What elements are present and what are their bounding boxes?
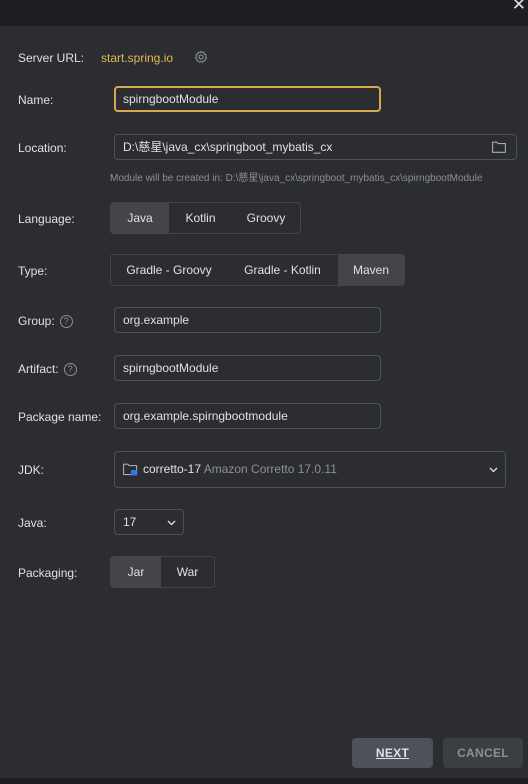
help-icon[interactable]: ?: [59, 315, 73, 328]
folder-icon[interactable]: [492, 141, 506, 153]
name-label: Name:: [18, 93, 54, 107]
next-button[interactable]: NEXT: [352, 738, 433, 768]
location-label: Location:: [18, 141, 67, 155]
name-input[interactable]: spirngbootModule: [114, 86, 381, 112]
language-segmented-control: Java Kotlin Groovy: [110, 202, 301, 234]
language-option-groovy[interactable]: Groovy: [232, 203, 300, 233]
next-button-label: NEXT: [375, 746, 410, 760]
dialog-title-bar: ✕: [0, 0, 528, 26]
group-label-text: Group:: [18, 314, 55, 328]
packaging-segmented-control: Jar War: [110, 556, 215, 588]
group-input[interactable]: org.example: [114, 307, 381, 333]
type-segmented-control: Gradle - Groovy Gradle - Kotlin Maven: [110, 254, 405, 286]
artifact-label: Artifact:?: [18, 362, 77, 376]
package-name-label: Package name:: [18, 410, 102, 424]
packaging-label: Packaging:: [18, 566, 78, 580]
server-url-link[interactable]: start.spring.io: [101, 51, 173, 65]
packaging-option-jar[interactable]: Jar: [111, 557, 161, 587]
java-version-select[interactable]: 17: [114, 509, 184, 535]
close-icon[interactable]: ✕: [512, 0, 526, 13]
type-option-gradle-groovy[interactable]: Gradle - Groovy: [111, 255, 227, 285]
location-hint: Module will be created in: D:\慈星\java_cx…: [110, 173, 483, 184]
bottom-edge: [0, 778, 528, 784]
chevron-down-icon: [167, 520, 176, 526]
package-name-input[interactable]: org.example.spirngbootmodule: [114, 403, 381, 429]
java-version-value: 17: [123, 515, 137, 529]
artifact-input[interactable]: spirngbootModule: [114, 355, 381, 381]
java-label: Java:: [18, 516, 47, 530]
location-input[interactable]: D:\慈星\java_cx\springboot_mybatis_cx: [114, 134, 517, 160]
type-option-maven[interactable]: Maven: [338, 255, 404, 285]
jdk-folder-icon: [123, 463, 138, 476]
gear-icon[interactable]: [194, 50, 208, 64]
cancel-button[interactable]: CANCEL: [443, 738, 523, 768]
artifact-label-text: Artifact:: [18, 362, 59, 376]
packaging-option-war[interactable]: War: [161, 557, 214, 587]
language-option-java[interactable]: Java: [111, 203, 169, 233]
type-label: Type:: [18, 264, 48, 278]
language-label: Language:: [18, 212, 75, 226]
language-option-kotlin[interactable]: Kotlin: [169, 203, 232, 233]
type-option-gradle-kotlin[interactable]: Gradle - Kotlin: [227, 255, 338, 285]
jdk-detail: Amazon Corretto 17.0.11: [203, 462, 337, 476]
group-label: Group:?: [18, 314, 73, 328]
jdk-select[interactable]: corretto-17 Amazon Corretto 17.0.11: [114, 451, 506, 488]
jdk-label: JDK:: [18, 463, 45, 477]
server-url-label: Server URL:: [18, 51, 85, 65]
location-value: D:\慈星\java_cx\springboot_mybatis_cx: [123, 140, 333, 154]
jdk-name: corretto-17: [143, 462, 202, 476]
help-icon[interactable]: ?: [63, 363, 77, 376]
chevron-down-icon: [489, 467, 498, 473]
